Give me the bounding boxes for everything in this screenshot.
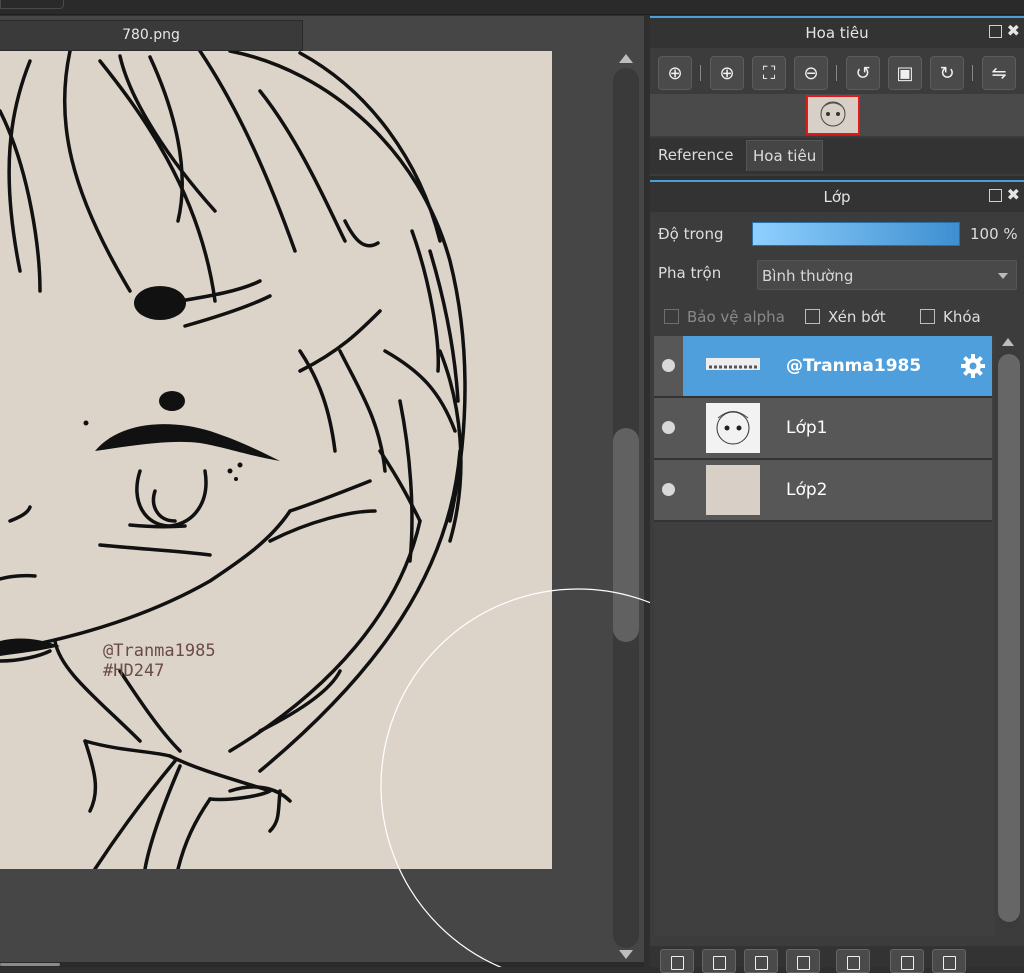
toolbar-separator	[700, 65, 701, 81]
popout-icon[interactable]	[989, 189, 1002, 202]
layer-name: Lớp1	[786, 418, 828, 438]
thumbnail-sketch	[820, 101, 846, 127]
toolbar-separator	[972, 65, 973, 81]
canvas-watermark-tag: #HD247	[103, 661, 164, 681]
top-stub	[0, 0, 64, 9]
layer-actions-toolbar	[650, 946, 1024, 973]
document-area: 780.png @Tranma1985 #HD247	[0, 16, 644, 967]
rotate-left-icon[interactable]: ↺	[846, 56, 880, 90]
sketch-artwork: @Tranma1985 #HD247	[0, 51, 467, 869]
gear-icon[interactable]	[960, 353, 986, 379]
fit-window-icon[interactable]: ⛶	[752, 56, 786, 90]
rotate-right-icon[interactable]: ↻	[930, 56, 964, 90]
new-layer-icon[interactable]	[660, 949, 694, 973]
new-halftone-layer-icon[interactable]	[702, 949, 736, 973]
layer-thumbnail	[706, 465, 760, 515]
toolbar-separator	[836, 65, 837, 81]
zoom-out-icon[interactable]: ⊖	[794, 56, 828, 90]
opacity-label: Độ trong	[658, 225, 724, 243]
fit-canvas-icon[interactable]: ▣	[888, 56, 922, 90]
navigator-panel: Hoa tiêu ✖ ⊕ ⊕ ⛶ ⊖ ↺ ▣ ↻ ⇋ Reference Hoa…	[650, 16, 1024, 176]
hscroll-thumb[interactable]	[0, 963, 60, 966]
navigator-toolbar: ⊕ ⊕ ⛶ ⊖ ↺ ▣ ↻ ⇋	[656, 56, 1024, 90]
close-icon[interactable]: ✖	[1007, 21, 1020, 40]
new-folder-icon[interactable]	[836, 949, 870, 973]
layers-header: Lớp ✖	[650, 180, 1024, 212]
tab-reference[interactable]: Reference	[652, 140, 740, 170]
lock-checkbox[interactable]: Khóa	[920, 306, 981, 328]
visibility-column	[654, 336, 683, 396]
scroll-thumb[interactable]	[998, 354, 1020, 922]
checkbox-box	[664, 309, 679, 324]
layer-name: Lớp2	[786, 480, 828, 500]
drawing-canvas[interactable]: @Tranma1985 #HD247	[0, 51, 552, 869]
opacity-slider[interactable]	[752, 222, 960, 246]
visibility-column	[654, 460, 683, 520]
visibility-eye-icon[interactable]	[662, 483, 675, 496]
flip-horizontal-icon[interactable]: ⇋	[982, 56, 1016, 90]
new-layer-menu-icon[interactable]	[786, 949, 820, 973]
layer-thumbnail	[706, 358, 760, 370]
checkbox-box	[920, 309, 935, 324]
navigator-thumbnail[interactable]	[806, 95, 860, 135]
navigator-header: Hoa tiêu ✖	[650, 16, 1024, 48]
tab-navigator[interactable]: Hoa tiêu	[746, 140, 824, 171]
layer-list: @Tranma1985 Lớp1 Lớp2	[654, 336, 994, 936]
canvas-watermark-name: @Tranma1985	[103, 641, 216, 661]
visibility-eye-icon[interactable]	[662, 359, 675, 372]
canvas-horizontal-scrollbar[interactable]	[0, 962, 644, 967]
scroll-thumb[interactable]	[613, 428, 639, 642]
scroll-up-icon[interactable]	[1002, 338, 1014, 346]
protect-alpha-checkbox[interactable]: Bảo vệ alpha	[664, 306, 785, 328]
canvas-vertical-scrollbar[interactable]	[612, 52, 642, 964]
layers-title: Lớp	[823, 188, 851, 206]
chevron-down-icon	[998, 273, 1008, 279]
zoom-actual-icon[interactable]: ⊕	[658, 56, 692, 90]
checkbox-box	[805, 309, 820, 324]
visibility-column	[654, 398, 683, 458]
navigator-tabs: Reference Hoa tiêu	[650, 138, 1024, 174]
blend-mode-value: Bình thường	[762, 267, 854, 285]
clipping-checkbox[interactable]: Xén bớt	[805, 306, 886, 328]
top-strip	[0, 0, 1024, 15]
blend-label: Pha trộn	[658, 264, 722, 282]
navigator-title: Hoa tiêu	[805, 24, 869, 42]
merge-layer-icon[interactable]	[932, 949, 966, 973]
lock-label: Khóa	[943, 308, 981, 326]
layer-name: @Tranma1985	[786, 356, 922, 376]
zoom-in-icon[interactable]: ⊕	[710, 56, 744, 90]
layer-thumbnail	[706, 403, 760, 453]
layer-row[interactable]: Lớp2	[654, 460, 992, 522]
clipping-label: Xén bớt	[828, 308, 886, 326]
layer-row[interactable]: Lớp1	[654, 398, 992, 460]
layers-scrollbar[interactable]	[996, 336, 1022, 942]
layer-row[interactable]: @Tranma1985	[654, 336, 992, 398]
scroll-down-icon[interactable]	[619, 950, 633, 959]
opacity-value: 100 %	[970, 225, 1018, 243]
close-icon[interactable]: ✖	[1007, 185, 1020, 204]
visibility-eye-icon[interactable]	[662, 421, 675, 434]
document-tab[interactable]: 780.png	[0, 20, 303, 51]
new-tone-layer-icon[interactable]	[744, 949, 778, 973]
protect-alpha-label: Bảo vệ alpha	[687, 308, 785, 326]
scroll-up-icon[interactable]	[619, 54, 633, 63]
popout-icon[interactable]	[989, 25, 1002, 38]
blend-mode-select[interactable]: Bình thường	[757, 260, 1017, 290]
duplicate-layer-icon[interactable]	[890, 949, 924, 973]
layers-panel: Lớp ✖ Độ trong 100 % Pha trộn Bình thườn…	[650, 180, 1024, 973]
navigator-preview[interactable]	[650, 94, 1024, 136]
